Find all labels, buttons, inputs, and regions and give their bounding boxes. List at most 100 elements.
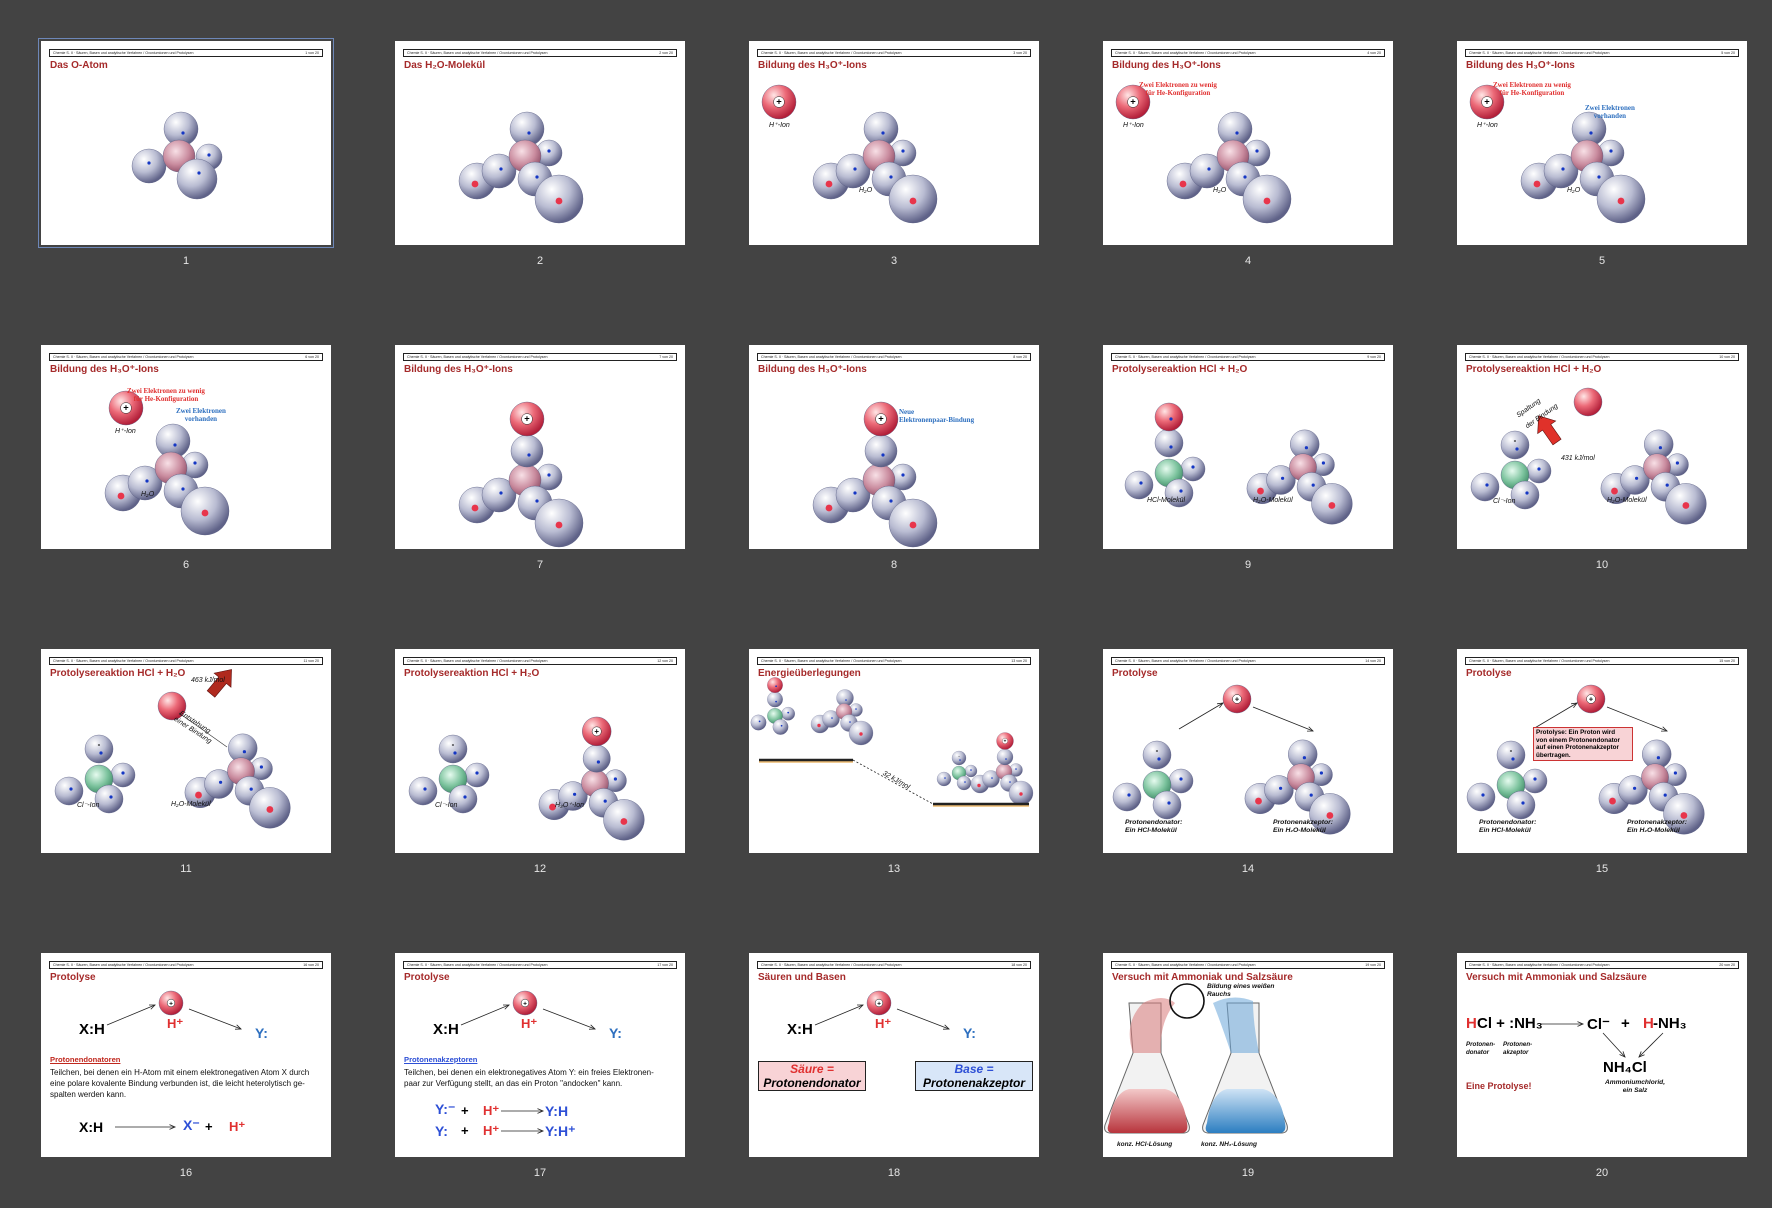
electron-dot [1515,447,1519,451]
slide-canvas[interactable]: Chemie S. II · Säuren, Basen und analyti… [395,41,685,245]
orbital-lobe [772,719,789,735]
slide-thumbnail-20[interactable]: Chemie S. II · Säuren, Basen und analyti… [1457,953,1747,1193]
slide-thumbnail-11[interactable]: Chemie S. II · Säuren, Basen und analyti… [41,649,331,889]
slide-thumbnail-10[interactable]: Chemie S. II · Säuren, Basen und analyti… [1457,345,1747,585]
slide-thumbnail-5[interactable]: Chemie S. II · Säuren, Basen und analyti… [1457,41,1747,281]
slide-number: 11 [180,863,192,875]
slide-label: konz. HCl-Lösung [1117,1141,1173,1148]
orbital-lobe [936,771,952,787]
electron-dot [889,175,893,179]
proton-dot [195,791,202,799]
electron-dot [1281,476,1285,480]
slide-canvas[interactable]: Chemie S. II · Säuren, Basen und analyti… [749,41,1039,245]
minus-sign: - [452,740,455,749]
slide-canvas[interactable]: Chemie S. II · Säuren, Basen und analyti… [749,953,1039,1157]
electron-dot [964,781,966,783]
slide-canvas[interactable]: Chemie S. II · Säuren, Basen und analyti… [41,649,331,853]
slide-canvas[interactable]: Chemie S. II · Säuren, Basen und analyti… [395,345,685,549]
electron-dot [901,149,905,153]
electron-dot [1533,777,1537,781]
electron-dot [535,499,539,503]
note-red: Zwei Elektronen zu wenig für He-Konfigura… [1493,81,1571,97]
slide-thumbnail-1[interactable]: Chemie S. II · Säuren, Basen und analyti… [38,38,334,281]
slide-number: 1 [182,255,190,267]
protolysis-note: Protolyse: Ein Proton wird von einem Prot… [1533,727,1633,762]
proton-dot [909,521,917,529]
y: Y: [435,1123,448,1139]
slide-canvas[interactable]: Chemie S. II · Säuren, Basen und analyti… [395,649,685,853]
slide-thumbnail-19[interactable]: Chemie S. II · Säuren, Basen und analyti… [1103,953,1393,1193]
electron-dot [145,479,149,483]
y-acceptor: Y: [963,1025,976,1041]
slide-canvas[interactable]: Chemie S. II · Säuren, Basen und analyti… [1457,41,1747,245]
orbital-lobe [464,762,490,788]
slide-canvas[interactable]: Chemie S. II · Säuren, Basen und analyti… [395,953,685,1157]
slide-thumbnail-13[interactable]: Chemie S. II · Säuren, Basen und analyti… [749,649,1039,889]
slide-thumbnail-6[interactable]: Chemie S. II · Säuren, Basen und analyti… [41,345,331,585]
electron-dot [1511,757,1515,761]
slide-canvas[interactable]: Chemie S. II · Säuren, Basen und analyti… [749,649,1039,853]
slide-canvas[interactable]: Chemie S. II · Säuren, Basen und analyti… [1103,41,1393,245]
slide-thumbnail-7[interactable]: Chemie S. II · Säuren, Basen und analyti… [395,345,685,585]
slide-canvas[interactable]: Chemie S. II · Säuren, Basen und analyti… [1103,345,1393,549]
slide-number: 8 [890,559,898,571]
electron-dot [1589,131,1593,135]
note-blue: Zwei Elektronen vorhanden [1585,104,1635,120]
electron-dot [758,720,761,723]
electron-dot [1015,768,1017,770]
slide-label: H₂O [859,187,873,194]
slide-label: H₂O-Molekül [1607,497,1647,504]
slide-thumbnail-2[interactable]: Chemie S. II · Säuren, Basen und analyti… [395,41,685,281]
y-minus: Y:⁻ [435,1101,456,1117]
slide-thumbnail-12[interactable]: Chemie S. II · Säuren, Basen und analyti… [395,649,685,889]
slide-thumbnail-14[interactable]: Chemie S. II · Säuren, Basen und analyti… [1103,649,1393,889]
h-atom [767,677,783,693]
orbital-lobe [781,706,795,721]
slide-thumbnail-16[interactable]: Chemie S. II · Säuren, Basen und analyti… [41,953,331,1193]
orbital-lobe [582,744,611,773]
electron-dot [944,777,946,779]
slide-canvas[interactable]: Chemie S. II · Säuren, Basen und analyti… [1457,649,1747,853]
h-atom [1154,402,1184,432]
slide-thumbnail-17[interactable]: Chemie S. II · Säuren, Basen und analyti… [395,953,685,1193]
slide-thumbnail-15[interactable]: Chemie S. II · Säuren, Basen und analyti… [1457,649,1747,889]
electron-dot [1663,793,1667,797]
proton-dot [1609,797,1616,805]
slide-thumbnail-18[interactable]: Chemie S. II · Säuren, Basen und analyti… [749,953,1039,1193]
slide-canvas[interactable]: Chemie S. II · Säuren, Basen und analyti… [41,953,331,1157]
orbital-lobe [996,748,1014,766]
plus-sign: + [878,414,884,424]
electron-dot [547,473,551,477]
slide-canvas[interactable]: Chemie S. II · Säuren, Basen und analyti… [41,345,331,549]
slide-label: H₃O⁺-Ion [555,802,585,809]
slide-thumbnail-9[interactable]: Chemie S. II · Säuren, Basen und analyti… [1103,345,1393,585]
slide-thumbnail-4[interactable]: Chemie S. II · Säuren, Basen und analyti… [1103,41,1393,281]
y-acceptor: Y: [609,1025,622,1041]
orbital-lobe [408,776,438,806]
orbital-lobe [1168,768,1194,794]
y-acceptor: Y: [255,1025,268,1041]
slide-number: 13 [887,863,901,875]
reaction-arrow [1602,1032,1626,1058]
xh-text: X:H [433,1021,459,1038]
orbital-lobe [1526,458,1552,484]
electron-dot [1321,461,1325,465]
reaction-arrow [1638,1032,1664,1058]
plus-sign: + [169,1001,173,1008]
plus-sign: + [776,97,782,107]
slide-thumbnail-3[interactable]: Chemie S. II · Säuren, Basen und analyti… [749,41,1039,281]
slide-canvas[interactable]: Chemie S. II · Säuren, Basen und analyti… [38,38,334,248]
h-plus: H⁺ [167,1016,184,1031]
proton-dot [1611,487,1618,495]
electron-dot [1157,757,1161,761]
slide-canvas[interactable]: Chemie S. II · Säuren, Basen und analyti… [1103,953,1393,1157]
slide-label: H₂O-Molekül [1253,497,1293,504]
slide-canvas[interactable]: Chemie S. II · Säuren, Basen und analyti… [1457,953,1747,1157]
electron-dot [1243,175,1247,179]
slide-canvas[interactable]: Chemie S. II · Säuren, Basen und analyti… [1457,345,1747,549]
slide-thumbnail-8[interactable]: Chemie S. II · Säuren, Basen und analyti… [749,345,1039,585]
slide-canvas[interactable]: Chemie S. II · Säuren, Basen und analyti… [1103,649,1393,853]
electron-dot [1311,483,1315,487]
slide-label: 431 kJ/mol [1561,455,1595,462]
slide-canvas[interactable]: Chemie S. II · Säuren, Basen und analyti… [749,345,1039,549]
